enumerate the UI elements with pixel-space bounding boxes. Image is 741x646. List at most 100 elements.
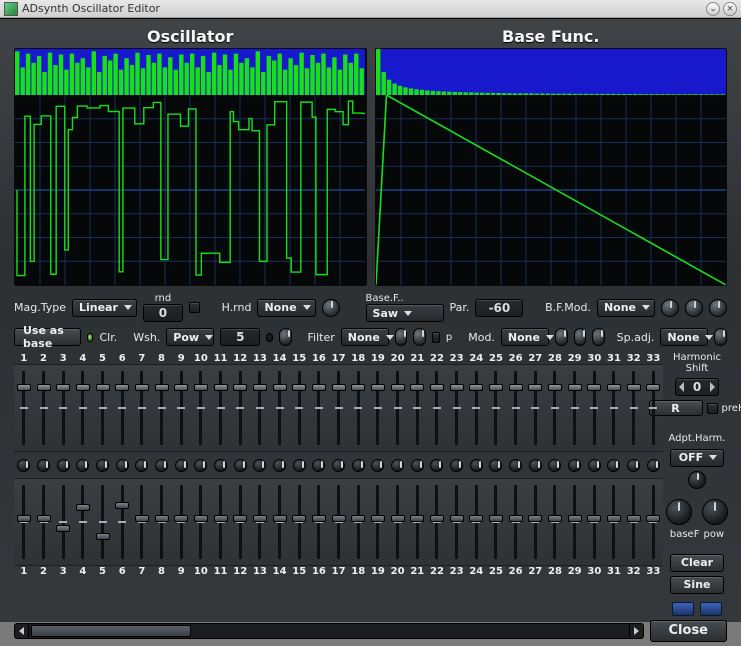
harmonic-phase-slider[interactable] xyxy=(14,479,34,565)
harmonic-phase-slider[interactable] xyxy=(486,479,506,565)
harmonic-phase-slider[interactable] xyxy=(506,479,526,565)
wsh-knob[interactable] xyxy=(279,328,292,346)
harmonic-phase-slider[interactable] xyxy=(171,479,191,565)
harmonic-phase-slider[interactable] xyxy=(309,479,329,565)
harmonic-detune-knob[interactable] xyxy=(627,459,640,472)
harmonic-phase-slider[interactable] xyxy=(34,479,54,565)
harmonic-amp-slider[interactable] xyxy=(348,365,368,451)
harmonic-shift-spinner[interactable]: 0 xyxy=(675,378,719,396)
harmonic-phase-slider[interactable] xyxy=(250,479,270,565)
close-window-icon[interactable]: × xyxy=(723,2,737,16)
harmonic-amp-slider[interactable] xyxy=(289,365,309,451)
harmonic-phase-slider[interactable] xyxy=(329,479,349,565)
harmonic-detune-knob[interactable] xyxy=(470,459,483,472)
harmonic-amp-slider[interactable] xyxy=(407,365,427,451)
harmonic-detune-knob[interactable] xyxy=(175,459,188,472)
harmonic-phase-slider[interactable] xyxy=(624,479,644,565)
magtype-select[interactable]: Linear xyxy=(72,299,137,317)
harmonic-phase-slider[interactable] xyxy=(191,479,211,565)
spadj-knob[interactable] xyxy=(714,328,727,346)
harmonic-detune-knob[interactable] xyxy=(96,459,109,472)
harmonic-phase-slider[interactable] xyxy=(211,479,231,565)
clr-label[interactable]: Clr. xyxy=(99,331,117,344)
harmonic-detune-knob[interactable] xyxy=(135,459,148,472)
harmonic-detune-knob[interactable] xyxy=(568,459,581,472)
rnd-spinner[interactable]: 0 xyxy=(143,304,183,322)
harmonic-phase-slider[interactable] xyxy=(132,479,152,565)
harmonic-amp-slider[interactable] xyxy=(506,365,526,451)
harmonic-phase-slider[interactable] xyxy=(348,479,368,565)
harmonic-phase-slider[interactable] xyxy=(73,479,93,565)
bfmod-select[interactable]: None xyxy=(597,299,655,317)
filter-select[interactable]: None xyxy=(341,328,389,346)
harmonic-detune-knob[interactable] xyxy=(647,459,660,472)
harmonic-amp-slider[interactable] xyxy=(34,365,54,451)
harmonic-phase-slider[interactable] xyxy=(644,479,664,565)
spadj-select[interactable]: None xyxy=(660,328,708,346)
harmonic-amp-slider[interactable] xyxy=(211,365,231,451)
harmonic-amp-slider[interactable] xyxy=(447,365,467,451)
harmonic-phase-slider[interactable] xyxy=(525,479,545,565)
harmonic-detune-knob[interactable] xyxy=(155,459,168,472)
hrnd-select[interactable]: None xyxy=(257,299,315,317)
adpt-harm-select[interactable]: OFF xyxy=(670,449,724,467)
minimize-icon[interactable]: ⌄ xyxy=(706,2,720,16)
harmonic-detune-knob[interactable] xyxy=(273,459,286,472)
harmonic-detune-knob[interactable] xyxy=(548,459,561,472)
rnd-checkbox[interactable] xyxy=(189,302,200,313)
harmonic-scrollbar[interactable] xyxy=(14,623,644,639)
harmonic-amp-slider[interactable] xyxy=(565,365,585,451)
scrollbar-grip[interactable] xyxy=(31,625,191,637)
harmonic-detune-knob[interactable] xyxy=(312,459,325,472)
basef-select[interactable]: Saw xyxy=(366,304,444,322)
harmonic-amp-slider[interactable] xyxy=(545,365,565,451)
hrnd-knob[interactable] xyxy=(322,299,340,317)
harmonic-amp-slider[interactable] xyxy=(14,365,34,451)
harmonic-amp-slider[interactable] xyxy=(152,365,172,451)
harmonic-detune-knob[interactable] xyxy=(116,459,129,472)
harmonic-detune-knob[interactable] xyxy=(529,459,542,472)
harmonic-amp-slider[interactable] xyxy=(368,365,388,451)
wsh-select[interactable]: Pow xyxy=(166,328,214,346)
harmonic-phase-slider[interactable] xyxy=(53,479,73,565)
harmonic-amp-slider[interactable] xyxy=(644,365,664,451)
harmonic-amp-slider[interactable] xyxy=(584,365,604,451)
harmonic-amp-slider[interactable] xyxy=(427,365,447,451)
harmonic-amp-slider[interactable] xyxy=(329,365,349,451)
harmonic-detune-knob[interactable] xyxy=(411,459,424,472)
harmonic-detune-knob[interactable] xyxy=(293,459,306,472)
harmonic-phase-slider[interactable] xyxy=(388,479,408,565)
harmonic-phase-slider[interactable] xyxy=(545,479,565,565)
harmonic-detune-knob[interactable] xyxy=(489,459,502,472)
p-checkbox[interactable] xyxy=(432,332,440,343)
harmonic-amp-slider[interactable] xyxy=(466,365,486,451)
par-spinner[interactable]: -60 xyxy=(475,299,523,317)
harmonic-phase-slider[interactable] xyxy=(152,479,172,565)
harmonic-phase-slider[interactable] xyxy=(407,479,427,565)
harmonic-detune-knob[interactable] xyxy=(37,459,50,472)
harmonic-amp-slider[interactable] xyxy=(230,365,250,451)
harmonic-detune-knob[interactable] xyxy=(17,459,30,472)
harmonic-phase-slider[interactable] xyxy=(584,479,604,565)
copy-button[interactable] xyxy=(672,602,694,616)
harmonic-detune-knob[interactable] xyxy=(352,459,365,472)
harmonic-detune-knob[interactable] xyxy=(509,459,522,472)
harmonic-detune-knob[interactable] xyxy=(332,459,345,472)
harmonic-amp-slider[interactable] xyxy=(486,365,506,451)
harmonic-phase-slider[interactable] xyxy=(289,479,309,565)
basef-knob[interactable] xyxy=(666,499,692,525)
adpt-knob[interactable] xyxy=(688,471,706,489)
harmonic-detune-knob[interactable] xyxy=(194,459,207,472)
harmonic-amp-slider[interactable] xyxy=(624,365,644,451)
harmonic-detune-knob[interactable] xyxy=(391,459,404,472)
harmonic-detune-knob[interactable] xyxy=(607,459,620,472)
harmonic-amp-slider[interactable] xyxy=(525,365,545,451)
harmonic-phase-slider[interactable] xyxy=(112,479,132,565)
harmonic-detune-knob[interactable] xyxy=(57,459,70,472)
harmonic-detune-knob[interactable] xyxy=(371,459,384,472)
harmonic-amp-slider[interactable] xyxy=(191,365,211,451)
harmonic-phase-slider[interactable] xyxy=(93,479,113,565)
wsh-spinner[interactable]: 5 xyxy=(220,328,260,346)
arrow-right-icon[interactable] xyxy=(710,382,715,392)
harmonic-amp-slider[interactable] xyxy=(132,365,152,451)
